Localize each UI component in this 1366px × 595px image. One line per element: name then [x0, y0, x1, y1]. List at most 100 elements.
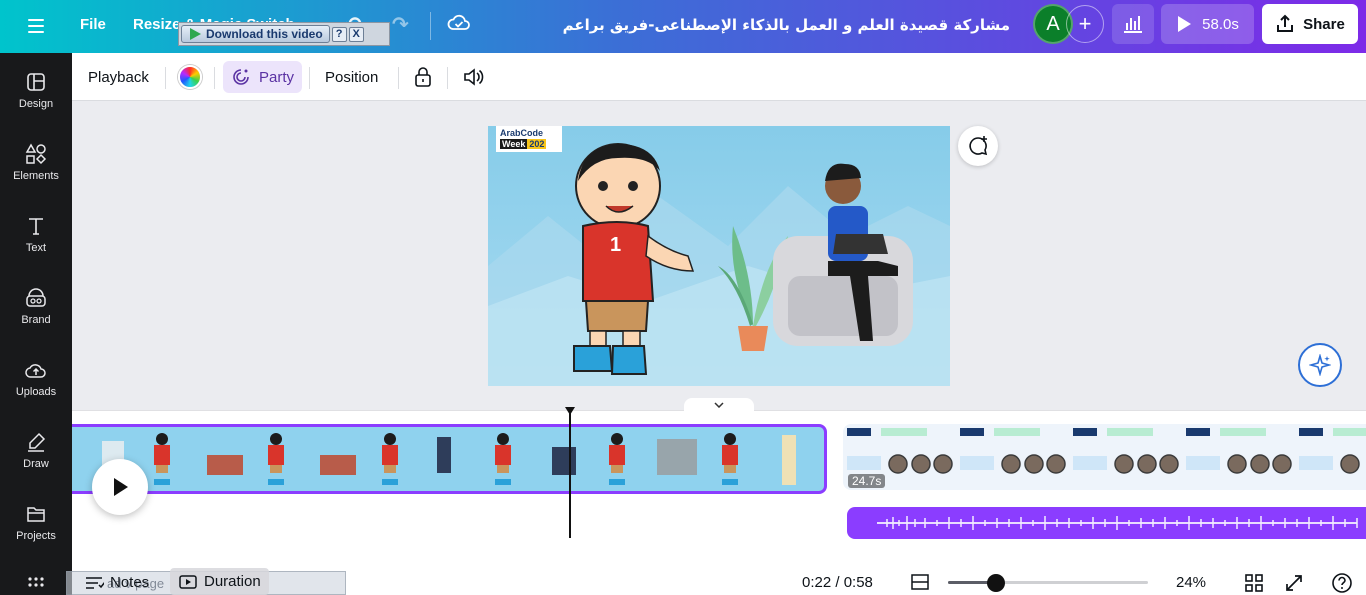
apps-grid-icon: [27, 572, 45, 594]
grid-view-button[interactable]: [1244, 573, 1264, 593]
volume-icon: [464, 68, 484, 86]
duration-icon: [179, 574, 197, 589]
position-button[interactable]: Position: [325, 61, 378, 93]
playhead-handle[interactable]: [564, 406, 576, 416]
timeline-play-button[interactable]: [92, 459, 148, 515]
notes-button[interactable]: Notes: [84, 574, 149, 591]
canvas-area: 1 ArabCode Week 202: [72, 102, 1366, 410]
design-icon: [26, 68, 46, 96]
cloud-save-icon[interactable]: [447, 13, 471, 31]
chevron-down-icon: [714, 402, 724, 408]
bar-chart-icon: [1124, 16, 1142, 33]
toolbar-divider: [430, 12, 431, 40]
sidebar-item-label: Brand: [21, 314, 51, 326]
sidebar-item-elements[interactable]: Elements: [0, 140, 72, 202]
toolbar-separator: [214, 67, 215, 89]
draw-icon: [25, 428, 47, 456]
present-play-button[interactable]: 58.0s: [1161, 4, 1254, 44]
download-video-overlay: Download this video ? X: [178, 22, 390, 46]
lock-icon: [415, 67, 431, 87]
add-comment-button[interactable]: [958, 126, 998, 166]
toolbar-separator: [165, 67, 166, 89]
clip-duration-badge: 24.7s: [848, 474, 886, 488]
comment-plus-icon: [969, 136, 988, 156]
sidebar-item-label: Design: [18, 98, 54, 110]
download-close-button[interactable]: X: [348, 26, 364, 42]
sidebar-item-label: Projects: [16, 530, 56, 542]
sidebar-item-draw[interactable]: Draw: [0, 428, 72, 490]
left-sidebar: Design Elements Text Brand Uploads Draw …: [0, 53, 72, 595]
play-icon: [1178, 16, 1192, 32]
toolbar-separator: [447, 67, 448, 89]
party-icon: [233, 69, 249, 85]
audio-waveform: [877, 516, 1358, 530]
color-wheel-icon: [178, 65, 202, 89]
document-title[interactable]: مشاركة قصيدة العلم و العمل بالذكاء الإصط…: [560, 16, 1010, 34]
notes-icon: [86, 576, 104, 589]
timeline-clip-selected[interactable]: [72, 424, 827, 494]
share-button[interactable]: Share: [1262, 4, 1358, 44]
shirt-number: 1: [610, 234, 621, 256]
projects-icon: [26, 500, 46, 528]
zoom-level[interactable]: 24%: [1176, 574, 1206, 591]
sidebar-item-label: Elements: [13, 170, 59, 182]
expand-icon: [1286, 575, 1302, 591]
play-icon: [114, 478, 128, 496]
help-icon: [1332, 573, 1352, 593]
uploads-icon: [25, 356, 47, 384]
analytics-button[interactable]: [1112, 4, 1154, 44]
brand-icon: [25, 284, 47, 312]
sidebar-item-label: Text: [25, 242, 47, 254]
main-menu-button[interactable]: [22, 14, 50, 38]
toolbar-separator: [309, 67, 310, 89]
sidebar-item-text[interactable]: Text: [0, 212, 72, 274]
audio-track[interactable]: [847, 507, 1366, 539]
playhead[interactable]: [569, 412, 571, 538]
redo-icon[interactable]: ↷: [392, 12, 409, 37]
duration-label: Duration: [204, 573, 261, 590]
clip-thumbnails: [847, 428, 1366, 474]
fullscreen-button[interactable]: [1284, 573, 1304, 593]
play-arrow-icon: [190, 28, 201, 40]
volume-button[interactable]: [462, 61, 484, 93]
elements-icon: [25, 140, 47, 168]
notes-label: Notes: [110, 574, 150, 591]
arabcode-logo: ArabCode Week 202: [496, 126, 562, 152]
design-page[interactable]: 1 ArabCode Week 202: [488, 126, 950, 386]
color-picker-button[interactable]: [178, 61, 202, 93]
magic-assistant-button[interactable]: [1298, 343, 1342, 387]
share-icon: [1277, 14, 1294, 32]
download-help-button[interactable]: ?: [331, 26, 347, 42]
help-button[interactable]: [1331, 572, 1353, 594]
sidebar-item-brand[interactable]: Brand: [0, 284, 72, 346]
sidebar-item-uploads[interactable]: Uploads: [0, 356, 72, 418]
party-button[interactable]: Party: [223, 61, 303, 93]
sidebar-item-design[interactable]: Design: [0, 68, 72, 130]
party-label: Party: [259, 68, 295, 86]
download-video-label: Download this video: [206, 27, 323, 41]
lock-button[interactable]: [414, 61, 432, 93]
page-view-button[interactable]: [910, 573, 930, 591]
sidebar-item-label: Draw: [23, 458, 49, 470]
add-collaborator-button[interactable]: +: [1066, 5, 1104, 43]
sparkle-icon: [1309, 354, 1331, 376]
scene-illustration: 1: [488, 143, 950, 386]
toolbar-separator: [398, 67, 399, 89]
sidebar-item-projects[interactable]: Projects: [0, 500, 72, 562]
play-duration: 58.0s: [1202, 15, 1239, 33]
apps-grid-button[interactable]: [0, 572, 72, 594]
zoom-slider-handle[interactable]: [987, 574, 1005, 592]
grid-view-icon: [1245, 574, 1263, 592]
sidebar-item-label: Uploads: [15, 386, 57, 398]
page-view-icon: [911, 574, 929, 590]
clip-thumbnails: [102, 433, 796, 485]
duration-button[interactable]: Duration: [170, 568, 269, 595]
playback-button[interactable]: Playback: [88, 61, 149, 93]
text-icon: [26, 212, 46, 240]
download-video-button[interactable]: Download this video: [181, 25, 330, 43]
editor-toolbar: Playback Party Position: [72, 53, 1366, 101]
timeline-collapse-button[interactable]: [684, 398, 754, 412]
file-menu-button[interactable]: File: [80, 16, 106, 33]
time-display: 0:22 / 0:58: [802, 574, 873, 591]
timeline-clip[interactable]: [843, 424, 1366, 490]
